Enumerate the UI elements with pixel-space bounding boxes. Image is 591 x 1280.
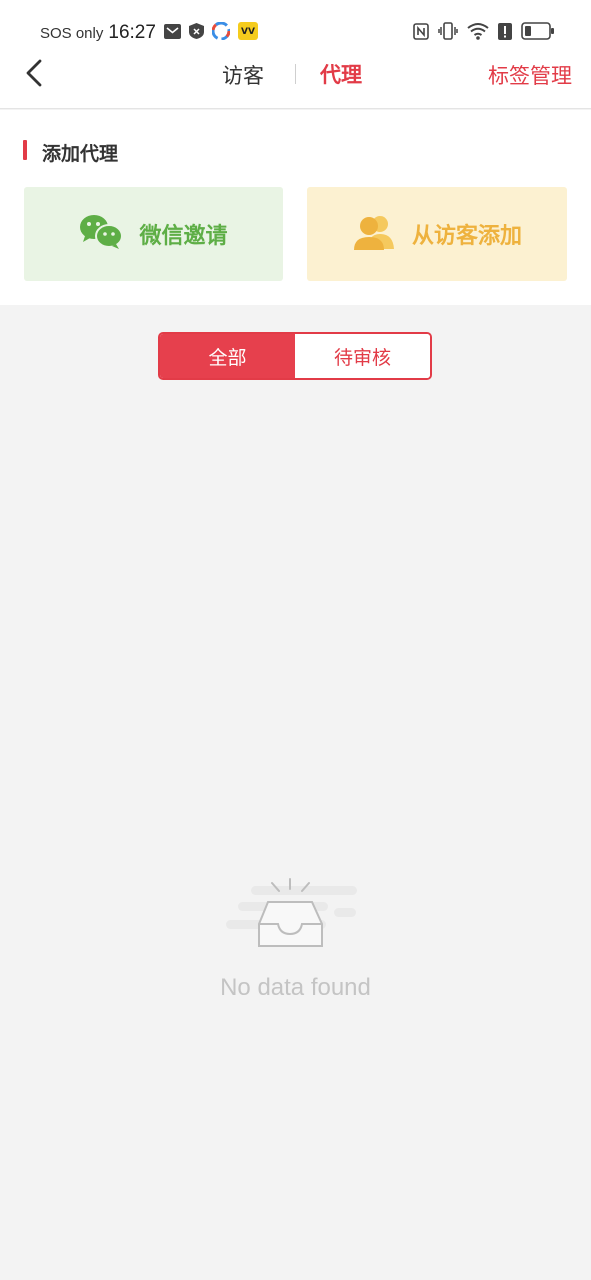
clock: 16:27 (108, 22, 156, 43)
wechat-invite-button[interactable]: 微信邀请 (24, 187, 283, 281)
back-button[interactable] (20, 58, 50, 88)
empty-state: No data found (0, 870, 591, 1002)
section-title: 添加代理 (42, 143, 119, 165)
mail-icon (163, 23, 181, 43)
status-bar: SOS only 16:27 VV (0, 0, 591, 52)
empty-text: No data found (220, 974, 371, 1001)
battery-icon (521, 22, 555, 44)
status-bar-left: SOS only 16:27 VV (40, 21, 258, 44)
filter-pending-tab[interactable]: 待审核 (295, 334, 430, 378)
add-agent-section: 添加代理 微信邀请 从访客添加 (0, 110, 591, 305)
wechat-invite-label: 微信邀请 (139, 224, 228, 249)
chevron-left-icon (26, 59, 42, 87)
shield-icon (188, 23, 204, 43)
section-accent-bar (23, 140, 27, 160)
nav-bar: 访客 代理 标签管理 (0, 52, 591, 109)
tab-agent[interactable]: 代理 (320, 59, 362, 89)
app-icon-yellow: VV (237, 22, 258, 44)
users-icon (352, 213, 396, 255)
tab-divider (295, 64, 296, 84)
filter-all-tab[interactable]: 全部 (160, 334, 295, 378)
app-icon (211, 21, 231, 44)
empty-inbox-icon (225, 878, 357, 947)
tab-visitor[interactable]: 访客 (222, 60, 264, 90)
vibrate-icon (438, 22, 458, 44)
status-bar-right (413, 22, 555, 44)
tag-manage-button[interactable]: 标签管理 (488, 60, 572, 90)
nfc-icon (413, 22, 429, 44)
svg-text:VV: VV (241, 27, 255, 37)
filter-segmented-control: 全部 待审核 (158, 332, 432, 380)
add-from-visitor-button[interactable]: 从访客添加 (307, 187, 567, 281)
wechat-icon (79, 214, 124, 254)
sos-text: SOS only (40, 24, 104, 42)
alert-icon (498, 22, 512, 44)
add-from-visitor-label: 从访客添加 (411, 224, 522, 249)
wifi-icon (467, 22, 489, 44)
